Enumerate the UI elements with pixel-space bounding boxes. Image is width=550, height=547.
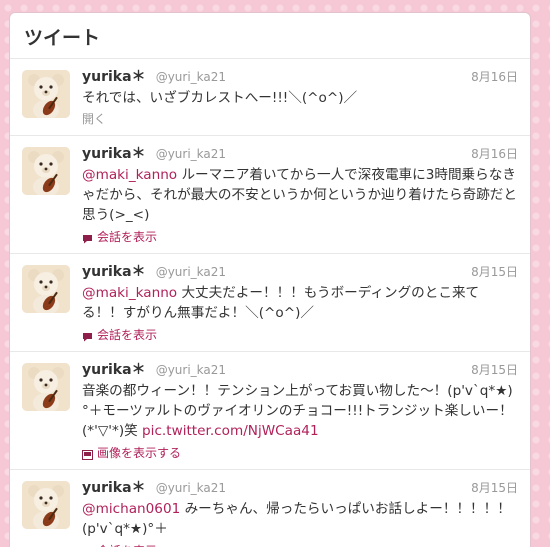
view-conversation-link[interactable]: 会話を表示 <box>82 543 518 547</box>
view-conversation-link[interactable]: 会話を表示 <box>82 229 518 245</box>
tweet-action-label: 会話を表示 <box>97 328 158 342</box>
tweet-action-label: 開く <box>82 112 107 126</box>
user-handle[interactable]: @yuri_ka21 <box>156 147 226 161</box>
user-handle[interactable]: @yuri_ka21 <box>156 265 226 279</box>
tweet-timestamp[interactable]: 8月16日 <box>471 145 518 164</box>
teddy-bear-violin-icon <box>22 265 70 313</box>
user-handle[interactable]: @yuri_ka21 <box>156 481 226 495</box>
user-name[interactable]: yurika＊ <box>82 146 146 162</box>
tweet-action-label: 画像を表示する <box>97 446 182 460</box>
tweet-item[interactable]: yurika＊ @yuri_ka21 8月15日 @michan0601 みーち… <box>10 470 530 547</box>
tweet-timestamp[interactable]: 8月15日 <box>471 263 518 282</box>
tweet-list: yurika＊ @yuri_ka21 8月16日 それでは、いざブカレストへー!… <box>10 59 530 547</box>
pic-link[interactable]: pic.twitter.com/NjWCaa41 <box>142 423 319 439</box>
user-name[interactable]: yurika＊ <box>82 264 146 280</box>
speech-bubble-icon <box>82 330 93 342</box>
tweet-text: @michan0601 みーちゃん、帰ったらいっぱいお話しよー！！！！！(p'v… <box>82 499 518 539</box>
user-name[interactable]: yurika＊ <box>82 69 146 85</box>
tweet-timestamp[interactable]: 8月15日 <box>471 479 518 498</box>
image-icon <box>82 448 93 460</box>
avatar[interactable] <box>22 363 70 411</box>
user-handle[interactable]: @yuri_ka21 <box>156 70 226 84</box>
teddy-bear-violin-icon <box>22 481 70 529</box>
tweet-action-label: 会話を表示 <box>97 230 158 244</box>
tweet-text: @maki_kanno 大丈夫だよー！！！もうボーディングのとこ来てる！！すがり… <box>82 283 518 323</box>
tweets-panel: ツイート yurika＊ @yuri_ka21 8月16日 それでは、いざブカレ… <box>9 12 531 547</box>
tweet-timestamp[interactable]: 8月15日 <box>471 361 518 380</box>
tweet-header: yurika＊ @yuri_ka21 <box>82 145 518 164</box>
avatar[interactable] <box>22 147 70 195</box>
tweet-item[interactable]: yurika＊ @yuri_ka21 8月16日 それでは、いざブカレストへー!… <box>10 59 530 136</box>
tweet-item[interactable]: yurika＊ @yuri_ka21 8月16日 @maki_kanno ルーマ… <box>10 136 530 254</box>
teddy-bear-violin-icon <box>22 147 70 195</box>
tweet-item[interactable]: yurika＊ @yuri_ka21 8月15日 音楽の都ウィーン！！テンション… <box>10 352 530 470</box>
mention-link[interactable]: @maki_kanno <box>82 285 177 301</box>
tweet-header: yurika＊ @yuri_ka21 <box>82 479 518 498</box>
avatar[interactable] <box>22 265 70 313</box>
user-name[interactable]: yurika＊ <box>82 362 146 378</box>
panel-title: ツイート <box>10 13 530 59</box>
tweet-action-label: 会話を表示 <box>97 543 157 547</box>
tweet-text: それでは、いざブカレストへー!!!＼(^o^)／ <box>82 88 518 108</box>
open-tweet-link[interactable]: 開く <box>82 111 518 127</box>
user-handle[interactable]: @yuri_ka21 <box>156 363 226 377</box>
avatar[interactable] <box>22 70 70 118</box>
tweet-header: yurika＊ @yuri_ka21 <box>82 361 518 380</box>
teddy-bear-violin-icon <box>22 70 70 118</box>
tweet-header: yurika＊ @yuri_ka21 <box>82 68 518 87</box>
tweet-timestamp[interactable]: 8月16日 <box>471 68 518 87</box>
view-conversation-link[interactable]: 会話を表示 <box>82 327 518 343</box>
mention-link[interactable]: @maki_kanno <box>82 167 177 183</box>
mention-link[interactable]: @michan0601 <box>82 501 180 517</box>
tweet-header: yurika＊ @yuri_ka21 <box>82 263 518 282</box>
avatar[interactable] <box>22 481 70 529</box>
tweet-text: @maki_kanno ルーマニア着いてから一人で深夜電車に3時間乗らなきゃだか… <box>82 165 518 225</box>
speech-bubble-icon <box>82 232 93 244</box>
tweet-text: 音楽の都ウィーン！！テンション上がってお買い物した〜！(p'v`q*★)°＋モー… <box>82 381 518 441</box>
tweet-body: それでは、いざブカレストへー!!!＼(^o^)／ <box>82 90 358 106</box>
user-name[interactable]: yurika＊ <box>82 480 146 496</box>
teddy-bear-violin-icon <box>22 363 70 411</box>
view-image-link[interactable]: 画像を表示する <box>82 445 518 461</box>
tweet-item[interactable]: yurika＊ @yuri_ka21 8月15日 @maki_kanno 大丈夫… <box>10 254 530 352</box>
